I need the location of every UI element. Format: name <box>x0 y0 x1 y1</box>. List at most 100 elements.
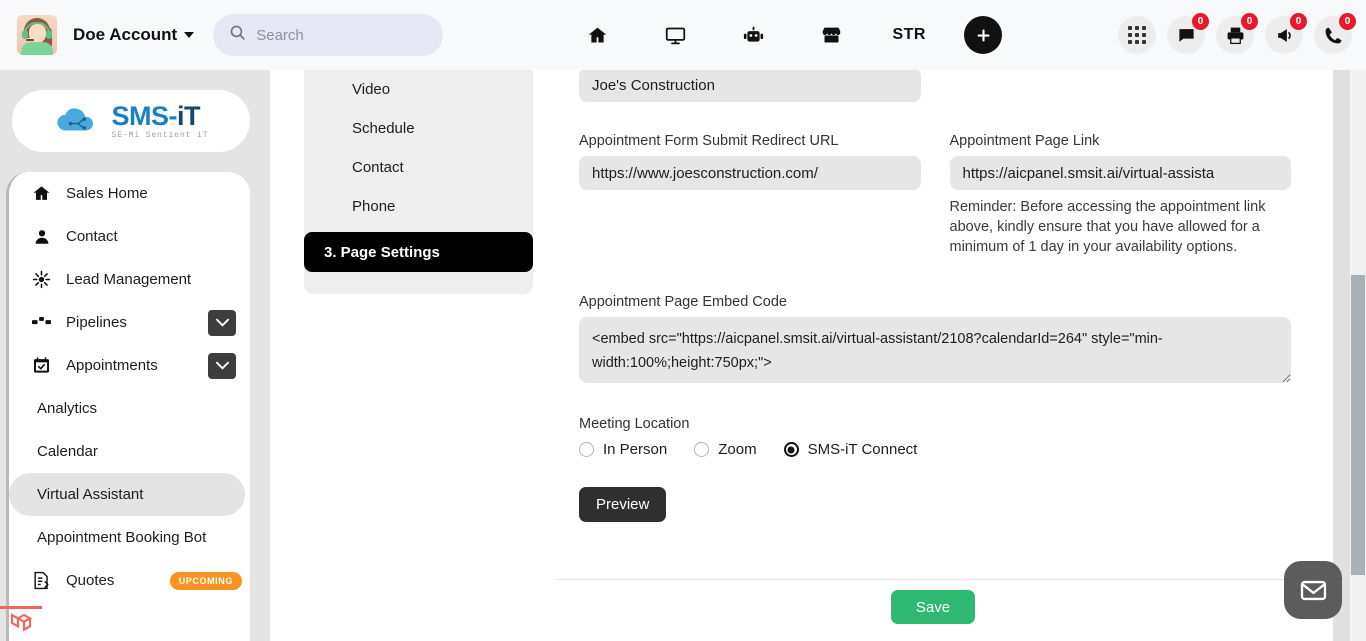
sidebar-item-label: Pipelines <box>66 314 127 331</box>
pipeline-icon <box>31 315 52 330</box>
sidebar-item-contact[interactable]: Contact <box>9 215 250 258</box>
meeting-location-label: Meeting Location <box>579 416 690 432</box>
calendar-icon <box>31 356 52 375</box>
embed-code-label: Appointment Page Embed Code <box>579 294 787 310</box>
sidebar-item-appointment-booking-bot[interactable]: Appointment Booking Bot <box>9 516 250 559</box>
page-link-group: Appointment Page Link Reminder: Before a… <box>949 133 1291 257</box>
phone-badge: 0 <box>1339 13 1356 30</box>
chevron-down-icon[interactable] <box>208 309 236 336</box>
chat-badge: 0 <box>1192 13 1209 30</box>
url-row: Appointment Form Submit Redirect URL App… <box>579 133 1291 257</box>
avatar-microphone <box>26 39 34 41</box>
grid-dots <box>1128 26 1146 44</box>
sidebar-item-label: Calendar <box>37 443 98 460</box>
sidebar-item-quotes[interactable]: Quotes UPCOMING <box>9 559 250 602</box>
sidebar: SMS-iT SE-Mi Sentient iT Sales Home Cont… <box>0 70 270 641</box>
radio-sms-it-connect[interactable]: SMS-iT Connect <box>783 441 918 458</box>
top-bar: Doe Account Search STR 0 0 0 0 <box>0 0 1366 70</box>
sidebar-item-virtual-assistant[interactable]: Virtual Assistant <box>9 473 245 516</box>
add-button[interactable] <box>964 16 1003 54</box>
preview-button[interactable]: Preview <box>579 487 667 522</box>
home-icon <box>31 184 52 203</box>
megaphone-badge: 0 <box>1290 13 1307 30</box>
account-switcher[interactable]: Doe Account <box>73 25 195 45</box>
str-nav-item[interactable]: STR <box>870 13 948 57</box>
sidebar-item-pipelines[interactable]: Pipelines <box>9 301 250 344</box>
redirect-url-group: Appointment Form Submit Redirect URL <box>579 133 921 257</box>
chevron-down-icon <box>184 32 195 38</box>
logo: SMS-iT SE-Mi Sentient iT <box>12 90 250 152</box>
radio-circle-selected-icon <box>783 442 799 457</box>
logo-tagline: SE-Mi Sentient iT <box>111 130 209 140</box>
nav-item-page-settings[interactable]: 3. Page Settings <box>304 232 533 272</box>
sidebar-item-lead-management[interactable]: Lead Management <box>9 258 250 301</box>
cloud-logo-icon <box>56 108 93 131</box>
phone-icon[interactable]: 0 <box>1314 13 1356 54</box>
embed-code-group: Appointment Page Embed Code <embed src="… <box>579 294 1291 388</box>
footer-divider <box>557 579 1312 580</box>
main-content: Appointment Form Submit Redirect URL App… <box>533 58 1333 641</box>
printer-icon[interactable]: 0 <box>1216 13 1258 54</box>
meeting-location-group: Meeting Location In Person Zoom SMS-iT C… <box>579 416 1291 458</box>
radio-circle-icon <box>694 442 710 457</box>
store-icon[interactable] <box>792 13 870 57</box>
business-name-field-wrap <box>579 68 1291 102</box>
redirect-url-label: Appointment Form Submit Redirect URL <box>579 133 839 149</box>
laravel-logo-icon <box>8 607 42 641</box>
radio-zoom[interactable]: Zoom <box>694 441 757 458</box>
chat-widget-button[interactable] <box>1284 561 1342 619</box>
sidebar-item-label: Appointments <box>66 357 158 374</box>
radio-circle-icon <box>579 442 594 457</box>
redirect-url-input[interactable] <box>579 156 921 190</box>
sidebar-item-label: Contact <box>66 228 118 245</box>
display-icon[interactable] <box>636 13 714 57</box>
search-icon <box>229 24 246 46</box>
chevron-down-icon[interactable] <box>208 352 236 379</box>
home-icon[interactable] <box>558 13 636 57</box>
apps-grid-icon[interactable] <box>1118 16 1156 54</box>
sidebar-item-sales-home[interactable]: Sales Home <box>9 172 250 215</box>
footer-actions: Save <box>533 590 1333 624</box>
sidebar-item-label: Analytics <box>37 400 98 417</box>
page-link-label: Appointment Page Link <box>949 133 1100 149</box>
quote-icon <box>31 571 52 590</box>
avatar-headset-left <box>22 30 28 39</box>
sidebar-item-appointments[interactable]: Appointments <box>9 344 250 387</box>
page-link-input[interactable] <box>949 156 1291 190</box>
robot-icon[interactable] <box>714 13 792 57</box>
radio-in-person[interactable]: In Person <box>579 441 667 458</box>
business-name-input[interactable] <box>579 68 921 102</box>
upcoming-badge: UPCOMING <box>169 571 242 590</box>
save-button[interactable]: Save <box>891 590 975 624</box>
lead-icon <box>31 270 52 289</box>
avatar-body <box>21 42 53 55</box>
account-name: Doe Account <box>73 25 178 44</box>
sidebar-item-label: Sales Home <box>66 185 148 202</box>
scrollbar-thumb[interactable] <box>1351 275 1365 575</box>
printer-badge: 0 <box>1241 13 1258 30</box>
avatar[interactable] <box>17 15 57 55</box>
top-bar-right-icons: 0 0 0 0 <box>1118 0 1356 70</box>
nav-item-video[interactable]: Video <box>304 70 533 109</box>
sidebar-item-label: Virtual Assistant <box>37 486 144 503</box>
search-box[interactable]: Search <box>213 14 444 56</box>
radio-label: Zoom <box>718 441 757 458</box>
nav-item-schedule[interactable]: Schedule <box>304 109 533 148</box>
sidebar-item-analytics[interactable]: Analytics <box>9 387 250 430</box>
availability-reminder-text: Reminder: Before accessing the appointme… <box>949 199 1266 255</box>
avatar-headset-right <box>46 30 52 39</box>
sidebar-item-label: Appointment Booking Bot <box>37 529 207 546</box>
embed-code-textarea[interactable]: <embed src="https://aicpanel.smsit.ai/vi… <box>579 317 1291 383</box>
sidebar-item-label: Quotes <box>66 572 115 589</box>
megaphone-icon[interactable]: 0 <box>1265 13 1307 54</box>
nav-item-contact[interactable]: Contact <box>304 148 533 187</box>
top-nav-icons: STR <box>558 13 1003 57</box>
logo-text: SMS-iT <box>111 100 201 131</box>
nav-item-phone[interactable]: Phone <box>304 187 533 226</box>
radio-label: In Person <box>603 441 668 458</box>
radio-label: SMS-iT Connect <box>807 441 918 458</box>
search-placeholder: Search <box>256 26 304 44</box>
sidebar-item-calendar[interactable]: Calendar <box>9 430 250 473</box>
wizard-nav-panel: Video Schedule Contact Phone 3. Page Set… <box>304 58 533 294</box>
chat-icon[interactable]: 0 <box>1167 13 1209 54</box>
